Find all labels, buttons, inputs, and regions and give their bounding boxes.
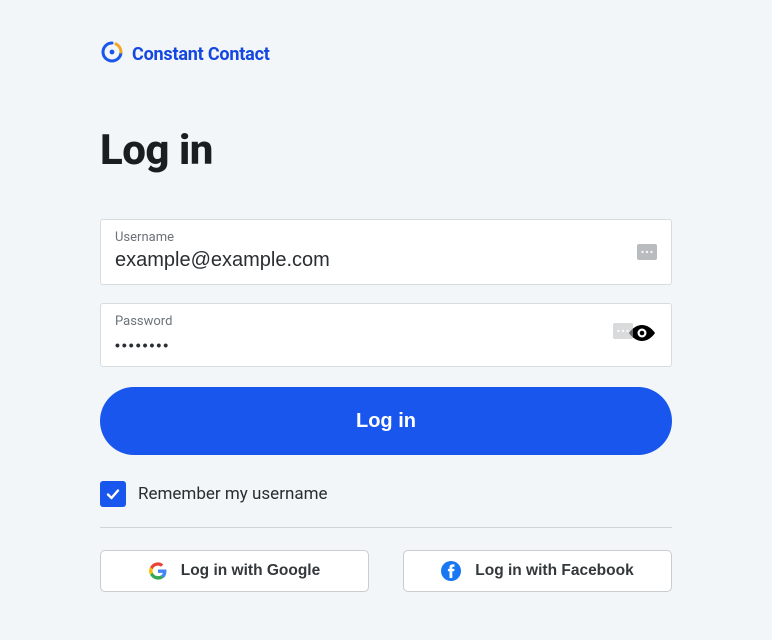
remember-checkbox[interactable] bbox=[100, 481, 126, 507]
password-label: Password bbox=[115, 314, 657, 329]
username-label: Username bbox=[115, 230, 657, 245]
login-button[interactable]: Log in bbox=[100, 387, 672, 455]
google-button-label: Log in with Google bbox=[181, 562, 320, 580]
login-with-facebook-button[interactable]: Log in with Facebook bbox=[403, 550, 672, 592]
brand-name: Constant Contact bbox=[132, 44, 270, 65]
password-input[interactable] bbox=[115, 333, 657, 353]
divider bbox=[100, 527, 672, 528]
username-field-wrapper[interactable]: Username bbox=[100, 219, 672, 285]
google-icon bbox=[149, 562, 167, 580]
facebook-icon bbox=[441, 561, 461, 581]
remember-row: Remember my username bbox=[100, 481, 672, 507]
facebook-button-label: Log in with Facebook bbox=[475, 562, 633, 580]
brand-mark-icon bbox=[100, 40, 124, 68]
page-title: Log in bbox=[100, 126, 672, 175]
password-field-wrapper[interactable]: Password bbox=[100, 303, 672, 367]
login-with-google-button[interactable]: Log in with Google bbox=[100, 550, 369, 592]
username-input[interactable] bbox=[115, 249, 657, 272]
brand-logo: Constant Contact bbox=[100, 40, 672, 68]
password-manager-hint-icon[interactable] bbox=[637, 244, 657, 260]
remember-label: Remember my username bbox=[138, 484, 328, 504]
